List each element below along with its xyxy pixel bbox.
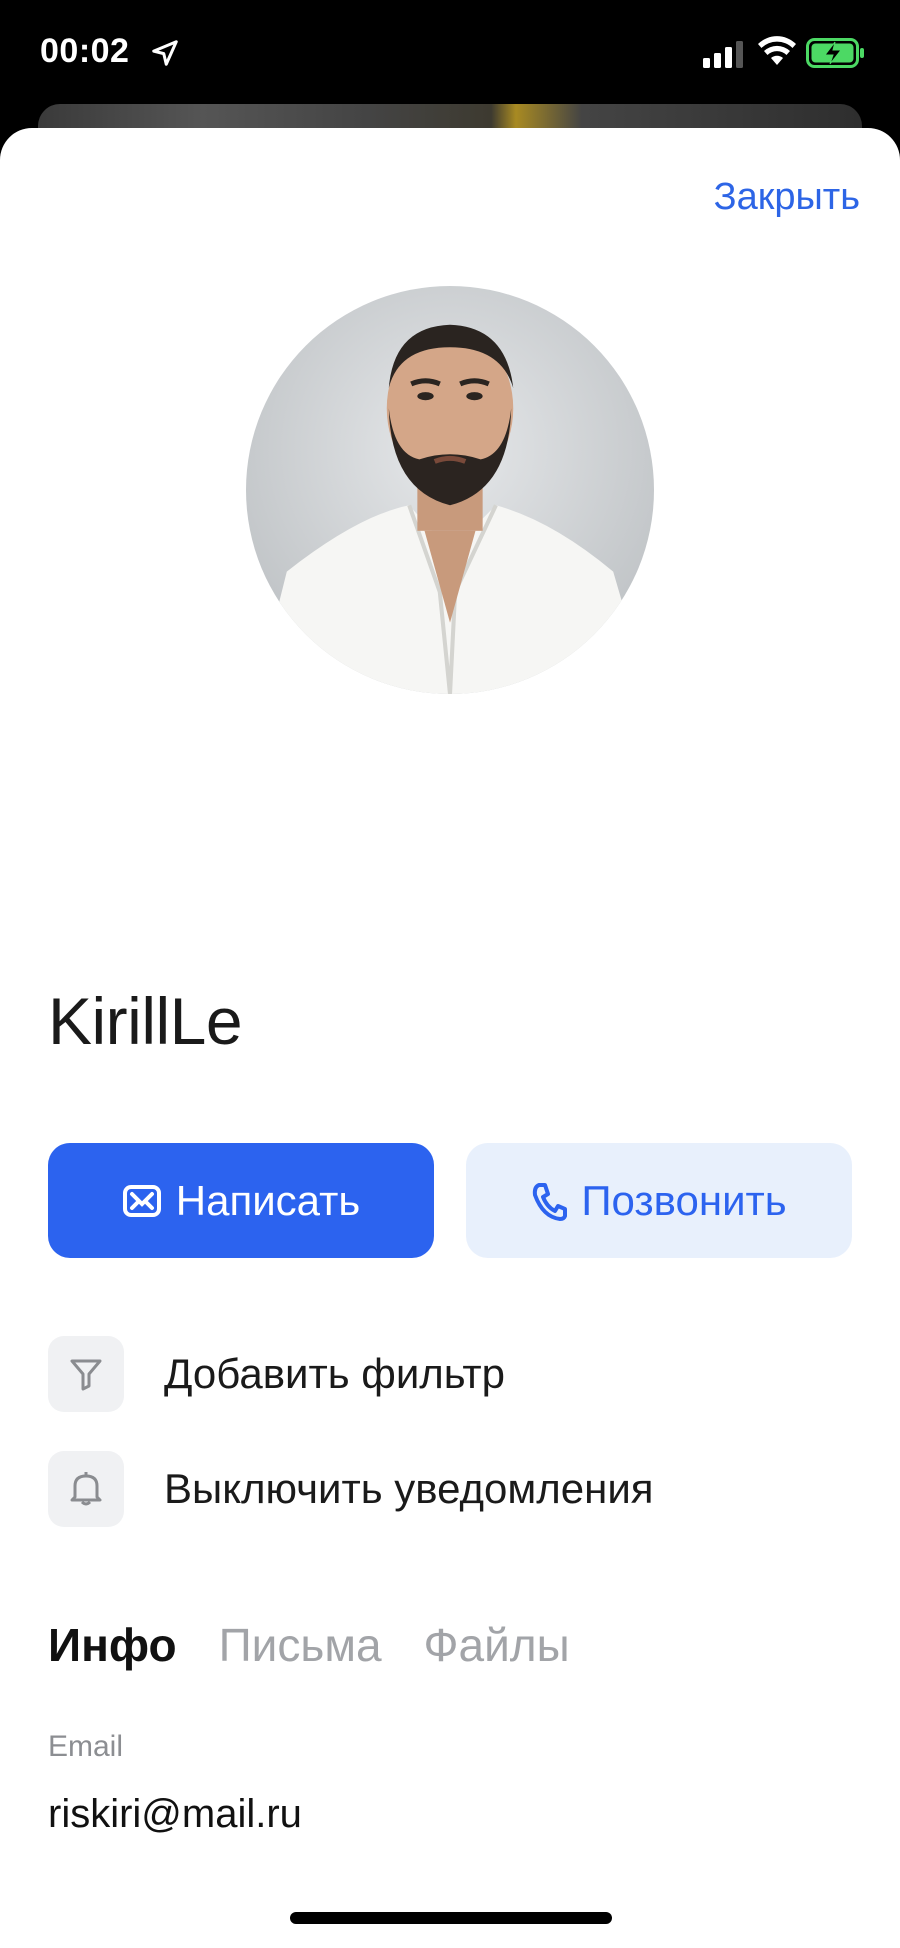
profile-photo-image — [246, 286, 654, 694]
email-label: Email — [48, 1730, 124, 1763]
status-time: 00:02 — [40, 32, 130, 70]
cellular-signal-icon — [703, 41, 743, 68]
mute-notifications-label: Выключить уведомления — [164, 1465, 654, 1512]
filter-icon — [70, 1359, 102, 1391]
tab-files[interactable]: Файлы — [424, 1618, 570, 1672]
contact-sheet: Закрыть KirillLe Написать Позвонить Доба… — [0, 128, 900, 1948]
mute-notifications-row[interactable]: Выключить уведомления — [48, 1450, 654, 1528]
tab-letters[interactable]: Письма — [219, 1618, 382, 1672]
tab-bar: Инфо Письма Файлы — [48, 1618, 612, 1672]
close-button[interactable]: Закрыть — [714, 176, 860, 219]
phone-icon — [533, 1182, 568, 1221]
add-filter-row[interactable]: Добавить фильтр — [48, 1335, 505, 1413]
contact-name: KirillLe — [48, 984, 243, 1058]
email-value[interactable]: riskiri@mail.ru — [48, 1792, 302, 1837]
bell-icon-box — [48, 1451, 124, 1527]
add-filter-label: Добавить фильтр — [164, 1350, 506, 1397]
mail-icon — [122, 1184, 161, 1217]
bell-icon — [70, 1472, 102, 1506]
tab-info[interactable]: Инфо — [48, 1618, 177, 1672]
call-button[interactable]: Позвонить — [466, 1143, 852, 1258]
status-bar: 00:02 — [0, 0, 900, 110]
avatar — [246, 286, 654, 694]
location-arrow-icon — [152, 40, 178, 66]
battery-charging-icon — [806, 38, 864, 68]
wifi-icon — [758, 36, 796, 65]
home-indicator[interactable] — [290, 1912, 612, 1924]
filter-icon-box — [48, 1336, 124, 1412]
call-button-label: Позвонить — [581, 1176, 787, 1224]
write-button-label: Написать — [175, 1176, 361, 1224]
write-button[interactable]: Написать — [48, 1143, 434, 1258]
